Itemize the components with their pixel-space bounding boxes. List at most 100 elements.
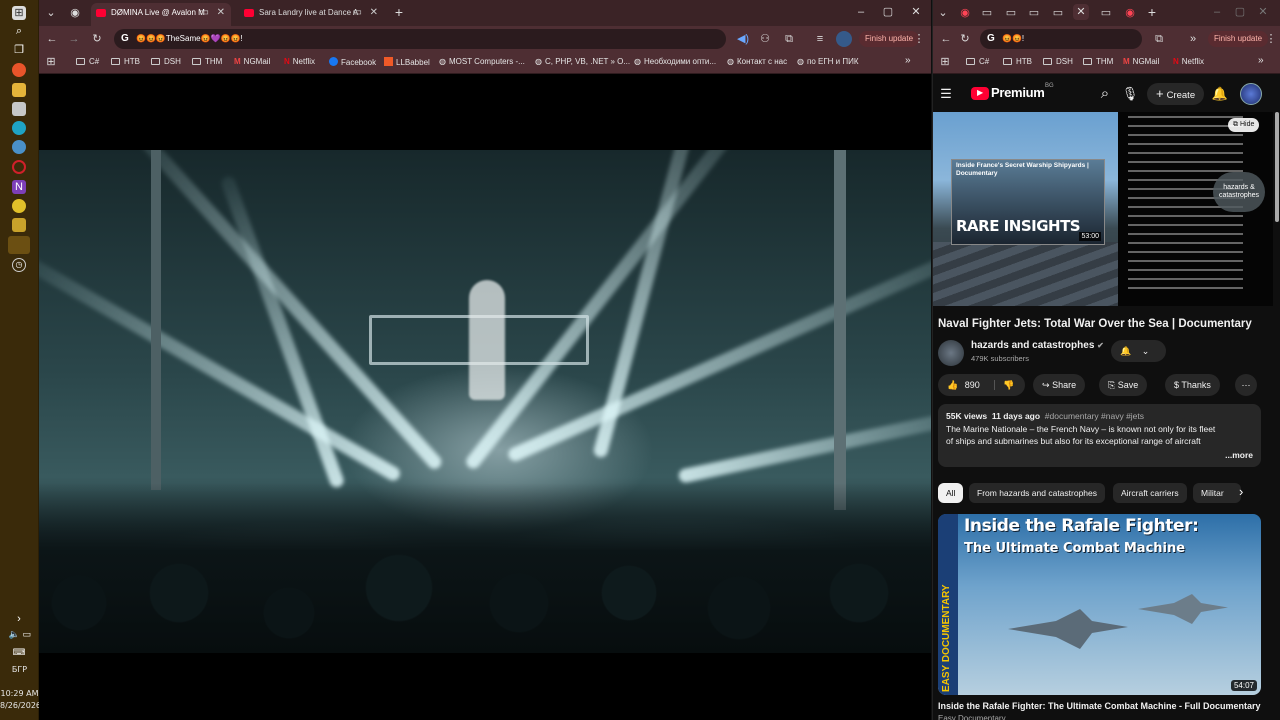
apps-grid-icon[interactable]: ⊞ [937,54,953,70]
menu-icon[interactable]: ⋮ [911,31,927,47]
create-button[interactable]: + Create [1147,83,1205,105]
app-icon[interactable] [12,102,26,116]
bookmark-item[interactable]: HTB [111,57,140,66]
clock-date[interactable]: 8/26/2026 [0,701,41,710]
chrome-active-icon[interactable] [8,236,30,254]
bookmark-item[interactable]: THM [1083,57,1113,66]
minimize-icon[interactable]: – [853,4,869,20]
speaker-network-icon[interactable]: 🔈 ▭ [5,627,35,641]
maximize-icon[interactable]: ▢ [1232,4,1248,20]
new-tab-icon[interactable]: + [391,4,407,20]
bookmark-item[interactable]: DSH [1043,57,1073,66]
chrome-icon[interactable] [12,199,26,213]
settings-icon[interactable] [12,140,26,154]
next-video-thumbnail[interactable]: EASY DOCUMENTARY Inside the Rafale Fight… [938,514,1261,695]
bookmark-item[interactable]: ◍ Контакт с нас [727,57,787,66]
more-actions-icon[interactable]: ⋯ [1235,374,1257,396]
reload-icon[interactable]: ↻ [89,31,105,47]
menu-icon[interactable]: ⋮ [1263,31,1279,47]
share-button[interactable]: ↪ Share [1033,374,1086,396]
clock-time[interactable]: 10:29 AM [0,689,39,698]
firefox-icon[interactable] [12,63,26,77]
chip-aircraft-carriers[interactable]: Aircraft carriers [1113,483,1187,503]
bookmark-item[interactable]: ◍ Необходими опти... [634,57,716,66]
onenote-icon[interactable]: N [12,180,26,194]
close-tab-icon[interactable]: ✕ [217,3,225,23]
avatar[interactable] [1240,83,1262,105]
chevron-right-icon[interactable]: › [1239,484,1243,499]
bookmark-item[interactable]: C# [966,57,989,66]
channel-avatar[interactable] [938,340,964,366]
minimize-icon[interactable]: – [1209,4,1225,20]
tab-youtube-icon[interactable]: ◉ [957,5,973,21]
tab-media-icon[interactable]: ▭ [1026,5,1042,21]
tab-media-icon[interactable]: ▭ [1098,5,1114,21]
tab-sara-landry[interactable]: Sara Landry live at Dance A ▭ ✕ [239,3,384,26]
bookmark-item[interactable]: M NGMail [234,57,270,66]
close-window-icon[interactable]: ✕ [908,4,924,20]
bookmark-item[interactable]: M NGMail [1123,57,1159,66]
close-tab-icon[interactable]: ✕ [1073,4,1089,20]
youtube-logo-icon[interactable]: ▶ [971,87,989,100]
close-window-icon[interactable]: ✕ [1255,4,1271,20]
more-link[interactable]: ...more [1225,448,1253,461]
reading-list-icon[interactable]: ≡ [812,31,828,47]
bookmark-item[interactable]: THM [192,57,222,66]
dislike-button[interactable]: 👎 [994,380,1015,390]
scrollbar[interactable] [1275,112,1279,222]
bookmark-item[interactable]: ◍ MOST Computers -... [439,57,525,66]
notifications-bell-icon[interactable]: 🔔 [1211,85,1229,103]
new-tab-icon[interactable]: + [1144,4,1160,20]
search-icon[interactable]: ⌕ [12,24,26,38]
more-icon[interactable]: » [1185,31,1201,47]
chip-all[interactable]: All [938,483,964,503]
hashtags[interactable]: #documentary #navy #jets [1045,411,1144,421]
finish-update-button[interactable]: Finish update [1208,31,1269,47]
bookmark-item[interactable]: ◍ C, PHP, VB, .NET » O... [535,57,630,66]
record-icon[interactable]: ◉ [67,5,83,21]
tab-youtube-icon[interactable]: ◉ [1122,5,1138,21]
maximize-icon[interactable]: ▢ [880,4,896,20]
bookmark-item[interactable]: HTB [1003,57,1032,66]
windows-icon[interactable]: ⊞ [12,6,26,20]
tab-media-icon[interactable]: ▭ [1003,5,1019,21]
close-tab-icon[interactable]: ✕ [370,3,378,23]
bookmark-item[interactable]: C# [76,57,99,66]
chip-military[interactable]: Militar [1193,483,1241,503]
hamburger-menu-icon[interactable]: ☰ [937,85,955,103]
video-player[interactable] [39,150,931,653]
hide-button[interactable]: ⧉ Hide [1228,118,1260,132]
tab-domina[interactable]: DØMINA Live @ Avalon M ▭ ✕ [91,3,231,26]
extensions-icon[interactable]: ⧉ [1151,31,1167,47]
video-player[interactable]: Inside France's Secret Warship Shipyards… [933,112,1273,306]
tab-media-icon[interactable]: ▭ [979,5,995,21]
audio-playing-icon[interactable]: ◀) [735,31,751,47]
card-thumbnail[interactable]: Inside France's Secret Warship Shipyards… [951,159,1105,245]
back-icon[interactable]: ← [938,31,954,47]
chevron-right-icon[interactable]: › [12,612,26,626]
tab-media-icon[interactable]: ▭ [200,3,209,23]
tab-search-icon[interactable]: ⌄ [43,5,59,21]
reload-icon[interactable]: ↻ [957,31,973,47]
more-bookmarks-icon[interactable]: » [1258,55,1264,66]
extensions-icon[interactable]: ⧉ [781,31,797,47]
chip-from-channel[interactable]: From hazards and catastrophes [969,483,1106,503]
back-icon[interactable]: ← [44,31,60,47]
language-indicator[interactable]: БГР [0,665,39,674]
microphone-icon[interactable]: 🎙 [1121,85,1139,103]
like-button[interactable]: 👍 890 [947,380,980,390]
opera-icon[interactable] [12,160,26,174]
bookmark-item[interactable]: N Netflix [284,57,315,66]
tab-media-icon[interactable]: ▭ [353,3,362,23]
keyboard-icon[interactable]: ⌨ [12,645,26,659]
description-box[interactable]: 55K views 11 days ago #documentary #navy… [938,404,1261,467]
bookmark-item[interactable]: ◍ по ЕГН и ПИК [797,57,859,66]
bookmark-item[interactable]: N Netflix [1173,57,1204,66]
apps-grid-icon[interactable]: ⊞ [43,54,59,70]
subscribed-bell-button[interactable]: 🔔 ⌄ [1111,340,1166,362]
files-icon[interactable] [12,83,26,97]
save-button[interactable]: ⎘ Save [1099,374,1148,396]
search-icon[interactable]: ⌕ [1096,85,1114,103]
tab-media-icon[interactable]: ▭ [1050,5,1066,21]
bookmark-item[interactable]: LLBabbel [384,57,430,67]
